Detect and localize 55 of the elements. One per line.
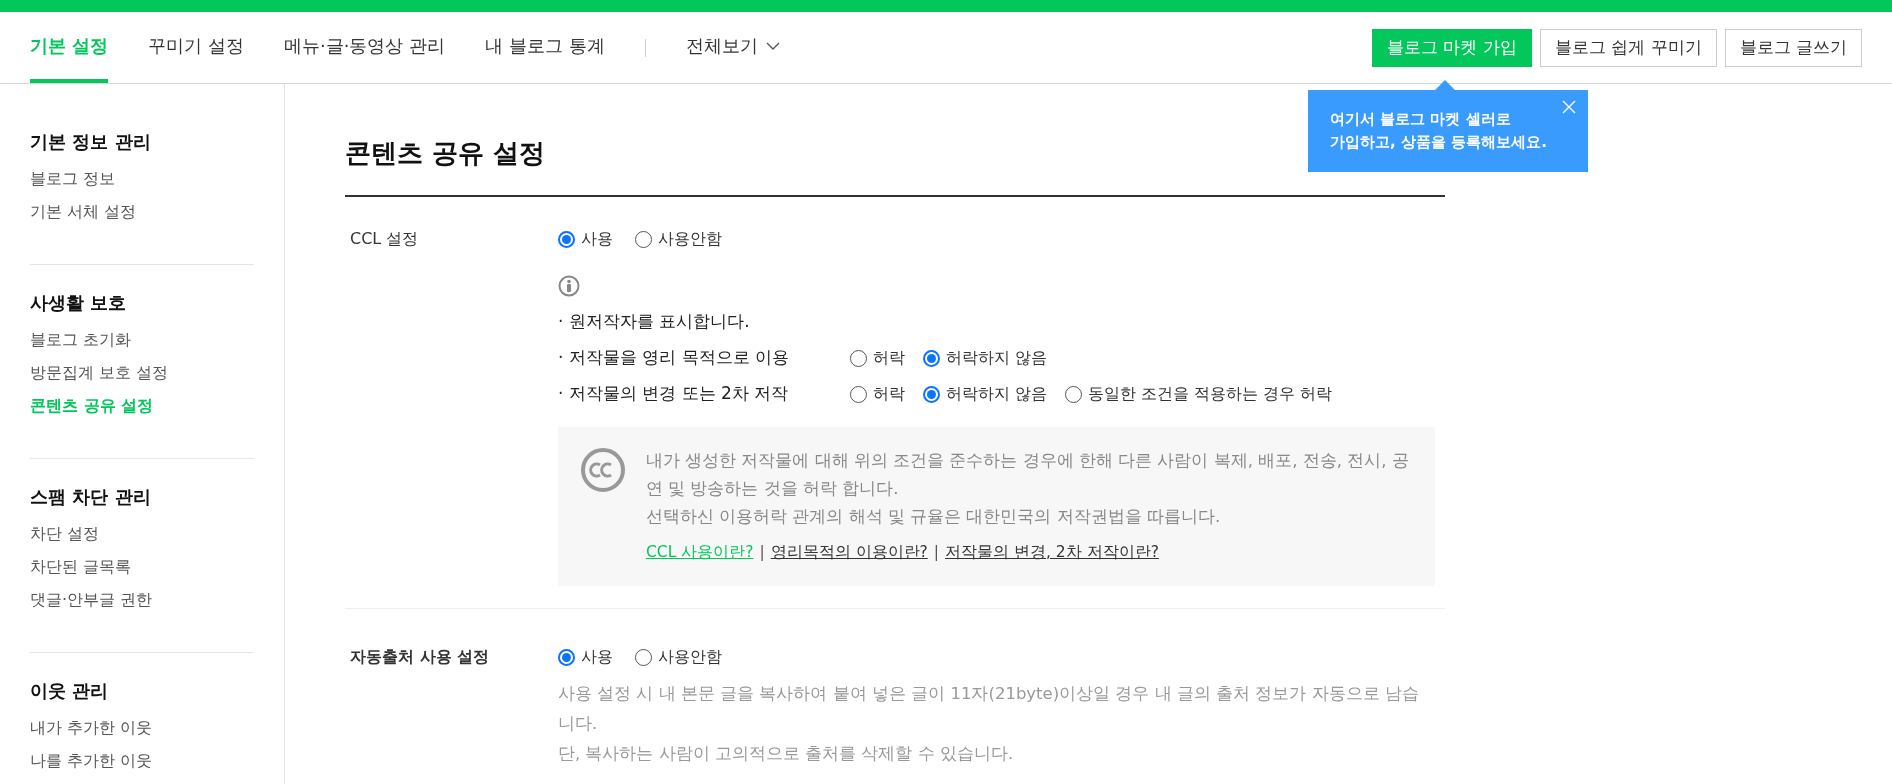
radio-button[interactable] [923,349,940,367]
radio-button[interactable] [1065,385,1083,403]
radio-option[interactable]: 동일한 조건을 적용하는 경우 허락 [1065,382,1333,406]
sidebar-item[interactable]: 내가 추가한 이웃 [30,711,254,744]
help-link[interactable]: 영리목적의 이용이란? [770,541,928,565]
chevron-down-icon [765,41,780,50]
nav-tab[interactable]: 내 블로그 통계 [485,12,605,83]
radio-option[interactable]: 사용 [558,645,613,670]
sidebar-heading: 기본 정보 관리 [30,130,152,154]
sidebar-item[interactable]: 기본 서체 설정 [30,195,254,228]
radio-option[interactable]: 허락 [850,346,905,370]
radio-button[interactable] [850,349,867,367]
radio-button[interactable] [923,385,940,403]
sidebar-item[interactable]: 방문집계 보호 설정 [30,356,254,389]
sidebar-item[interactable]: 차단된 글목록 [30,550,254,583]
sidebar-item[interactable]: 블로그 초기화 [30,323,254,356]
radio-button[interactable] [850,385,867,403]
close-icon[interactable] [1562,100,1576,114]
setting-label: 자동출처 사용 설정 [349,646,491,669]
link-separator: | [933,542,940,563]
radio-option[interactable]: 허락 [850,382,905,406]
radio-button[interactable] [635,230,652,248]
radio-option[interactable]: 허락하지 않음 [923,382,1048,406]
info-text: 내가 생성한 저작물에 대해 위의 조건을 준수하는 경우에 한해 다른 사람이 복제, 배포, 전송, 전시, 공연 및 방송하는 것을 허락 합니다. [646,450,1410,500]
sidebar-item[interactable]: 블로그 정보 [30,162,254,195]
help-link[interactable]: 저작물의 변경, 2차 저작이란? [945,541,1159,565]
sidebar-item[interactable]: 댓글·안부글 권한 [30,583,254,616]
radio-option[interactable]: 사용안함 [635,227,722,251]
info-text: 선택하신 이용허락 관계의 해석 및 규율은 대한민국의 저작권법을 따릅니다. [646,506,1222,528]
setting-label: CCL 설정 [349,228,420,250]
radio-option[interactable]: 사용 [558,227,613,251]
nav-tab[interactable]: 꾸미기 설정 [148,12,244,83]
link-separator: | [759,542,765,563]
condition-text: · 저작물의 변경 또는 2차 저작 [558,382,790,406]
radio-button[interactable] [558,230,575,248]
header-button[interactable]: 블로그 글쓰기 [1724,28,1862,67]
cc-icon [580,447,626,493]
radio-button[interactable] [635,648,652,666]
help-text: 단, 복사하는 사람이 고의적으로 출처를 삭제할 수 있습니다. [558,743,1015,766]
sidebar-item[interactable]: 나를 추가한 이웃 [30,744,254,777]
sidebar-heading: 스팸 차단 관리 [30,485,152,509]
sidebar-heading: 사생활 보호 [30,291,128,315]
radio-option[interactable]: 허락하지 않음 [923,346,1048,370]
sidebar-heading: 이웃 관리 [30,679,110,703]
condition-text: · 원저작자를 표시합니다. [558,310,751,334]
condition-text: · 저작물을 영리 목적으로 이용 [558,346,791,370]
radio-button[interactable] [558,648,575,666]
sidebar-item[interactable]: 차단 설정 [30,517,254,550]
tooltip-text: 가입하고, 상품을 등록해보세요. [1330,132,1548,153]
header-button[interactable]: 블로그 쉽게 꾸미기 [1539,28,1717,67]
nav-tab[interactable]: 메뉴·글·동영상 관리 [284,12,446,83]
all-view-menu[interactable]: 전체보기 [685,12,780,83]
tooltip-text: 여기서 블로그 마켓 셀러로 [1330,109,1512,130]
help-text: 사용 설정 시 내 본문 글을 복사하여 붙여 넣은 글이 11자(21byte)이상일 경우 내 글의 출처 정보가 자동으로 남습니다. [558,683,1420,736]
radio-option[interactable]: 사용안함 [635,645,722,670]
